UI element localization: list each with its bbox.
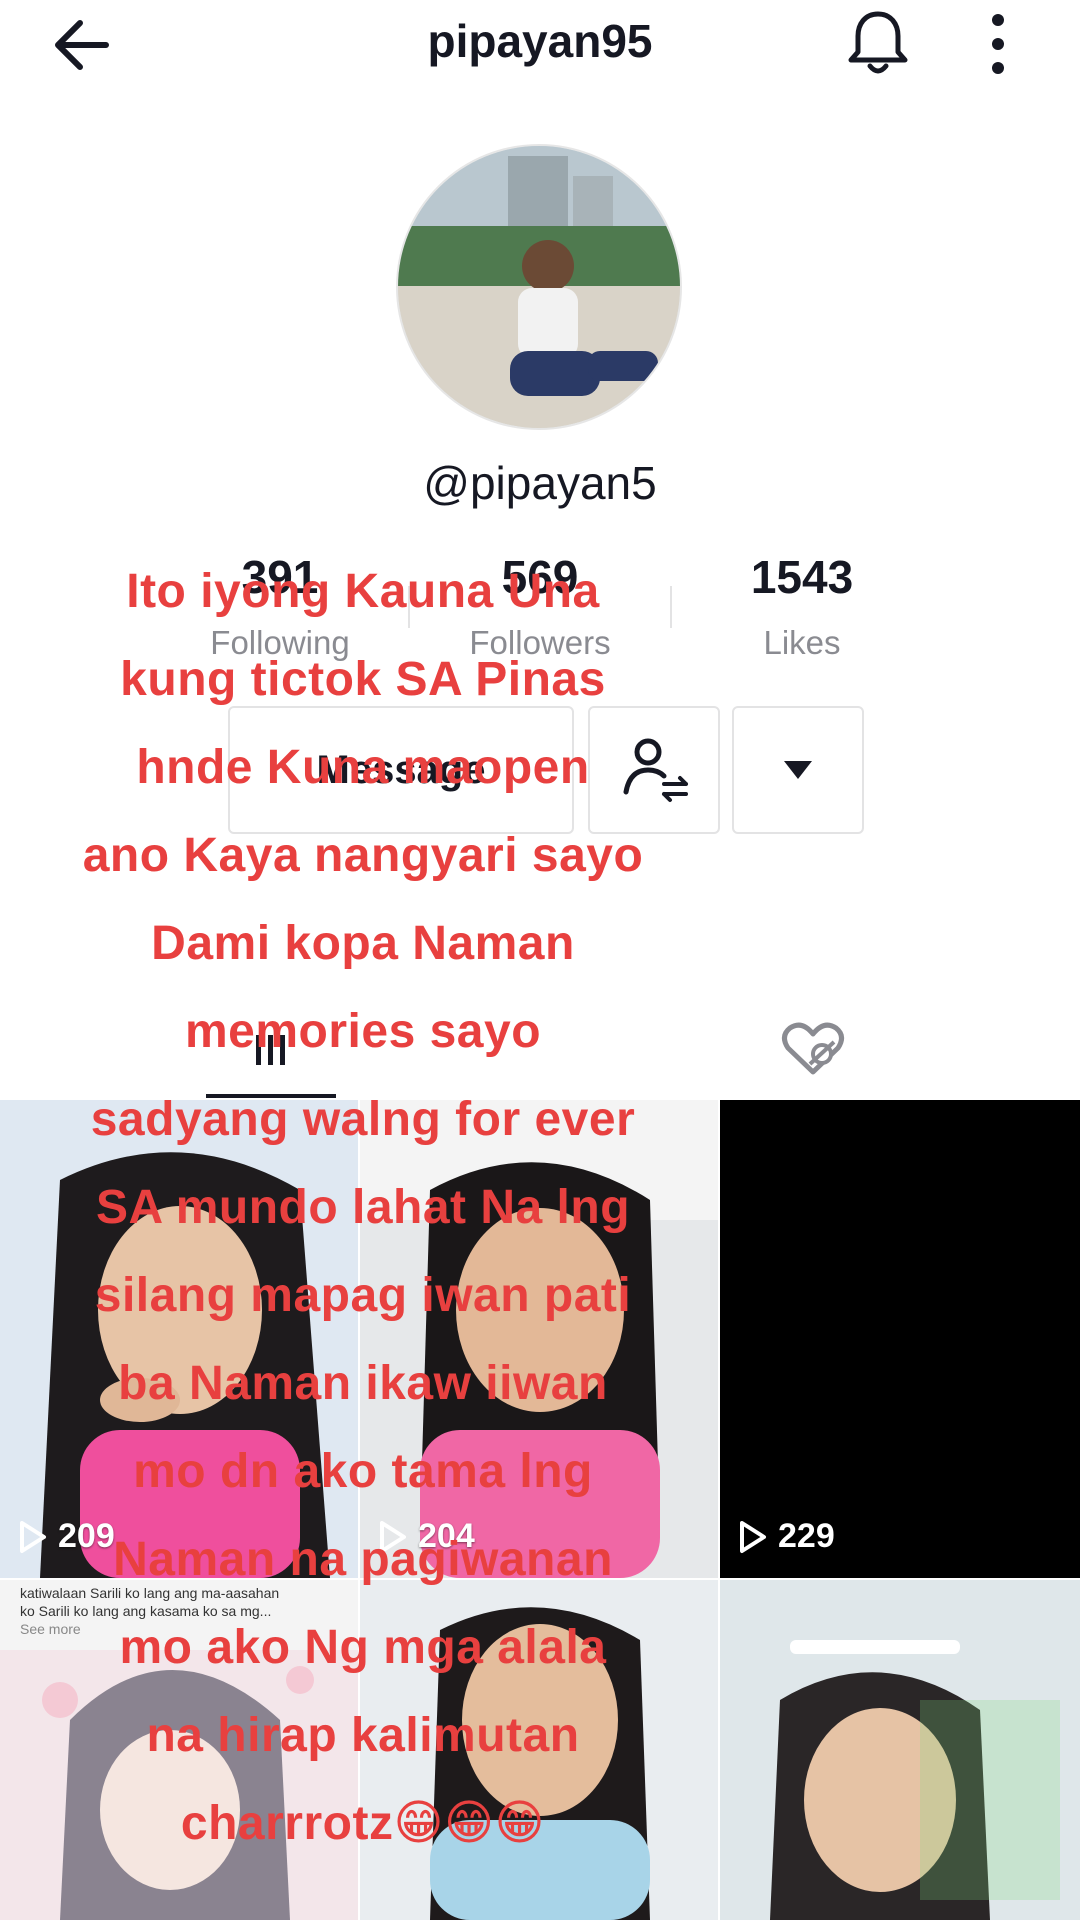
overlay-line: memories sayo [184,1005,542,1058]
video-thumbnail[interactable] [720,1580,1080,1920]
text-overlay: Ito iyong Kauna Una kung tictok SA Pinas… [40,548,686,1868]
overlay-line: mo dn ako tama lng [133,1445,593,1498]
overlay-line: na hirap kalimutan [146,1709,580,1762]
more-vertical-icon[interactable] [970,6,1026,82]
overlay-line: silang mapag iwan pati [94,1269,632,1322]
overlay-line: sadyang walng for ever [90,1093,636,1146]
profile-handle: @pipayan5 [423,457,657,509]
stat-likes[interactable]: 1543 Likes [682,550,922,662]
dropdown-arrow-icon [784,761,812,779]
video-thumbnail[interactable]: 229 [720,1100,1080,1578]
overlay-line: hnde Kuna maopen [136,741,590,794]
overlay-line: Naman na pagiwanan [113,1533,613,1586]
bell-icon[interactable] [838,2,918,82]
play-icon [740,1520,766,1553]
liked-hidden-icon [782,1022,844,1075]
tab-liked[interactable] [748,1000,878,1100]
likes-label: Likes [763,624,841,661]
overlay-line: ano Kaya nangyari sayo [82,829,644,882]
overlay-line: kung tictok SA Pinas [120,653,606,706]
overlay-line: mo ako Ng mga alala [119,1621,607,1674]
likes-count: 1543 [750,551,854,603]
overlay-line: SA mundo lahat Na lng [95,1181,631,1234]
top-bar: pipayan95 [0,0,1080,90]
more-options-button[interactable] [732,706,864,834]
view-count-value: 229 [778,1517,835,1555]
view-count: 229 [738,1517,835,1556]
overlay-line: Ito iyong Kauna Una [126,565,600,618]
page-title: pipayan95 [427,15,653,67]
overlay-line: charrrotz😁😁😁 [180,1797,546,1850]
overlay-line: ba Naman ikaw iiwan [118,1357,608,1410]
overlay-line: Dami kopa Naman [151,917,575,970]
avatar[interactable] [396,144,682,430]
